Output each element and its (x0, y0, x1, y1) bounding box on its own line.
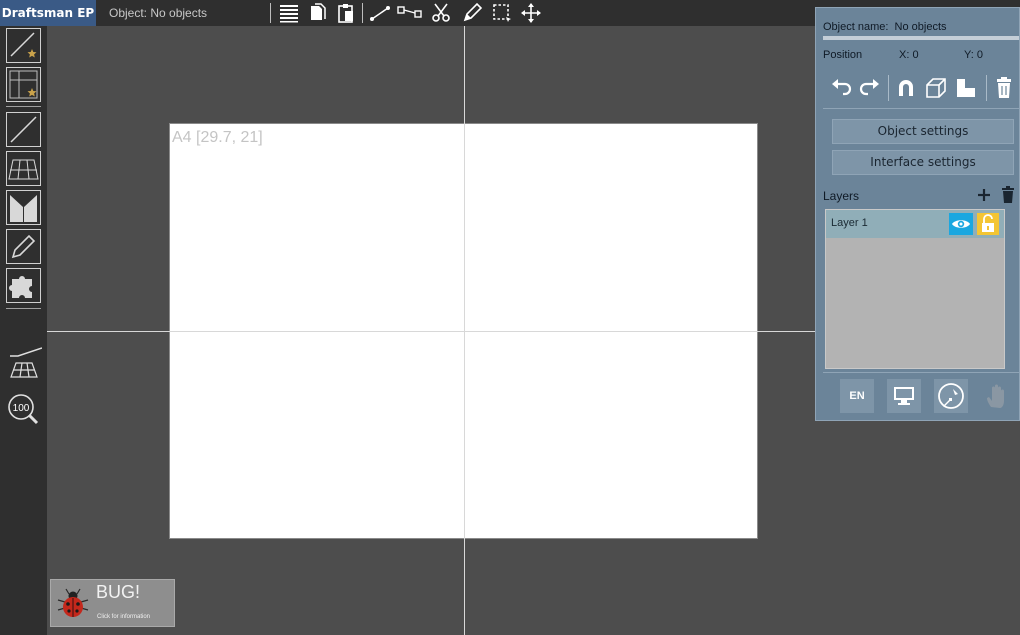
puzzle-icon[interactable] (6, 268, 41, 303)
perspective-grid-icon[interactable] (6, 151, 41, 186)
bug-report-button[interactable]: BUG! Click for information (50, 579, 175, 627)
draw-icon[interactable] (6, 229, 41, 264)
language-label: EN (849, 390, 865, 402)
cube-icon[interactable] (922, 74, 950, 102)
ladybug-icon (57, 588, 89, 617)
toolbar-divider (6, 308, 41, 309)
zoom-icon[interactable]: 100 (6, 392, 42, 428)
paste-icon[interactable] (333, 1, 359, 25)
toolbar-divider (362, 3, 363, 23)
unlock-icon[interactable] (977, 213, 999, 235)
layer-row[interactable]: Layer 1 (826, 210, 1004, 238)
panel-toolbar (816, 70, 1019, 108)
new-line-icon[interactable] (6, 28, 41, 63)
line-icon[interactable] (367, 1, 393, 25)
object-name: Object name: No objects (823, 21, 947, 33)
connect-icon[interactable] (397, 1, 423, 25)
pin-icon[interactable] (934, 379, 968, 413)
object-name-field[interactable] (823, 36, 1019, 40)
align-icon[interactable] (276, 1, 302, 25)
trash-icon[interactable] (990, 74, 1018, 102)
panel-divider (823, 108, 1019, 109)
pencil-icon[interactable] (459, 1, 485, 25)
layers-label: Layers (823, 189, 860, 203)
object-name-label: Object name: (823, 21, 889, 33)
add-layer-icon[interactable] (975, 186, 993, 204)
new-grid-icon[interactable] (6, 67, 41, 102)
language-button[interactable]: EN (840, 379, 874, 413)
scissors-icon[interactable] (428, 1, 454, 25)
layer-name: Layer 1 (831, 217, 868, 229)
object-name-value: No objects (894, 21, 947, 33)
layers-list: Layer 1 (825, 209, 1005, 369)
toolbar-divider (888, 75, 889, 101)
hand-icon[interactable] (979, 379, 1013, 413)
toolbar-divider (6, 106, 41, 107)
undo-icon[interactable] (827, 74, 855, 102)
object-settings-button[interactable]: Object settings (832, 119, 1014, 144)
left-toolbar: 100 (0, 26, 47, 635)
copy-icon[interactable] (305, 1, 331, 25)
mirror-icon[interactable] (6, 190, 41, 225)
select-icon[interactable] (489, 1, 515, 25)
app-title[interactable]: Draftsman EP (0, 0, 96, 26)
eye-icon[interactable] (949, 213, 973, 235)
redo-icon[interactable] (856, 74, 884, 102)
line-tool-icon[interactable] (6, 112, 41, 147)
panel-divider (823, 372, 1019, 373)
move-icon[interactable] (518, 1, 544, 25)
object-status: Object: No objects (109, 6, 208, 20)
monitor-icon[interactable] (887, 379, 921, 413)
position-x: X: 0 (899, 49, 919, 61)
bug-title: BUG! (96, 582, 141, 602)
position-label: Position (823, 49, 863, 61)
align-bottom-icon[interactable] (952, 74, 980, 102)
grid-perspective-icon[interactable] (6, 360, 42, 380)
bug-subtitle: Click for information (97, 614, 151, 620)
toolbar-divider (270, 3, 271, 23)
horizontal-guide (47, 331, 815, 332)
magnet-icon[interactable] (892, 74, 920, 102)
interface-settings-button[interactable]: Interface settings (832, 150, 1014, 175)
position-y: Y: 0 (964, 49, 983, 61)
delete-layer-icon[interactable] (1000, 186, 1016, 204)
zoom-level: 100 (13, 403, 30, 414)
toolbar-divider (986, 75, 987, 101)
paper-size-label: A4 [29.7, 21] (172, 129, 263, 146)
properties-panel: Object name: No objects Position X: 0 Y:… (815, 7, 1020, 421)
